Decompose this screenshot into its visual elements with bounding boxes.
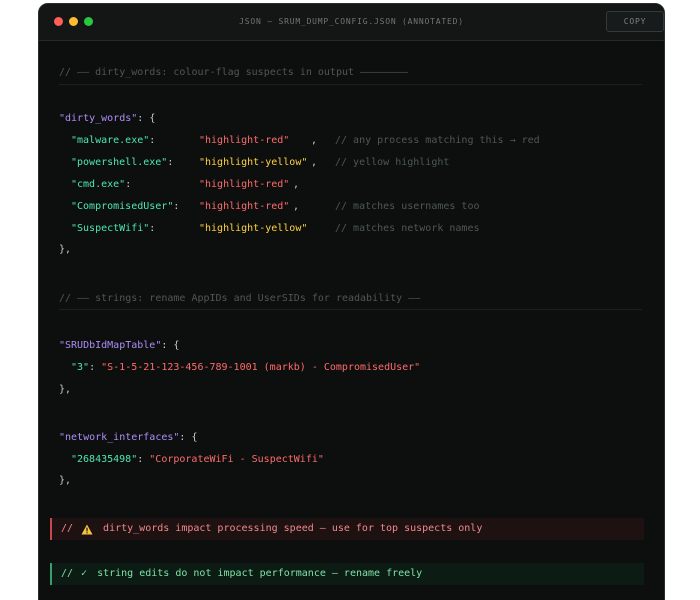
warning-icon: [81, 524, 93, 535]
entry-key: "268435498": [71, 454, 138, 465]
note-prefix: //: [61, 523, 74, 534]
entry-value: "CorporateWiFi - SuspectWifi": [149, 454, 324, 465]
dirty-word-entry: "SuspectWifi":: [71, 223, 156, 234]
entry-key: "3": [71, 362, 90, 373]
brace-close: },: [59, 384, 72, 395]
srud-map-entry: "3": "S-1-5-21-123-456-789-1001 (markb) …: [71, 362, 421, 373]
entry-value: "S-1-5-21-123-456-789-1001 (markb) - Com…: [101, 362, 421, 373]
check-icon: ✓: [81, 568, 88, 579]
network-interfaces-open-line: "network_interfaces": {: [59, 432, 197, 444]
brace-open: : {: [161, 340, 180, 351]
dirty-word-entry: "malware.exe":: [71, 135, 156, 146]
network-interface-entry: "268435498": "CorporateWiFi - SuspectWif…: [71, 454, 324, 465]
entry-comment: // matches network names: [335, 223, 480, 234]
note-prefix: //: [61, 568, 74, 579]
divider: [59, 84, 642, 85]
window-title: JSON — SRUM_DUMP_CONFIG.JSON (ANNOTATED): [239, 17, 464, 26]
entry-comment: // any process matching this → red: [335, 135, 540, 146]
warning-note: // dirty_words impact processing speed —…: [50, 518, 644, 540]
entry-value: "highlight-red": [199, 179, 290, 190]
dirty-word-entry: "cmd.exe":: [71, 179, 132, 190]
srud-map-open-line: "SRUDbIdMapTable": {: [59, 340, 179, 352]
window-titlebar: JSON — SRUM_DUMP_CONFIG.JSON (ANNOTATED)…: [39, 4, 664, 41]
copy-button[interactable]: COPY: [606, 11, 664, 32]
section-comment-dirty-words: // —— dirty_words: colour-flag suspects …: [59, 67, 409, 78]
entry-comment: // matches usernames too: [335, 201, 480, 212]
entry-comment: // yellow highlight: [335, 157, 450, 168]
dirty-word-entry: "CompromisedUser":: [71, 201, 180, 212]
warning-text: dirty_words impact processing speed — us…: [103, 523, 483, 534]
entry-key: "cmd.exe": [71, 179, 126, 190]
entry-key: "CompromisedUser": [71, 201, 174, 212]
ok-text: string edits do not impact performance —…: [97, 568, 423, 579]
entry-key: "SuspectWifi": [71, 223, 150, 234]
dirty-word-entry: "powershell.exe":: [71, 157, 174, 168]
divider: [59, 309, 642, 310]
brace-close: },: [59, 475, 72, 486]
entry-value: "highlight-yellow": [199, 223, 308, 234]
section-comment-strings: // —— strings: rename AppIDs and UserSID…: [59, 293, 421, 304]
entry-value: "highlight-yellow": [199, 157, 308, 168]
dirty-words-open-line: "dirty_words": {: [59, 113, 155, 125]
entry-value: "highlight-red": [199, 135, 290, 146]
entry-key: "malware.exe": [71, 135, 150, 146]
brace-open: : {: [137, 113, 156, 124]
brace-open: : {: [179, 432, 198, 443]
network-interfaces-key: "network_interfaces": [59, 432, 180, 443]
entry-key: "powershell.exe": [71, 157, 168, 168]
code-window: JSON — SRUM_DUMP_CONFIG.JSON (ANNOTATED)…: [38, 3, 665, 600]
entry-value: "highlight-red": [199, 201, 290, 212]
dirty-words-key: "dirty_words": [59, 113, 138, 124]
ok-note: // ✓ string edits do not impact performa…: [50, 563, 644, 585]
srud-map-key: "SRUDbIdMapTable": [59, 340, 162, 351]
brace-close: },: [59, 244, 72, 255]
